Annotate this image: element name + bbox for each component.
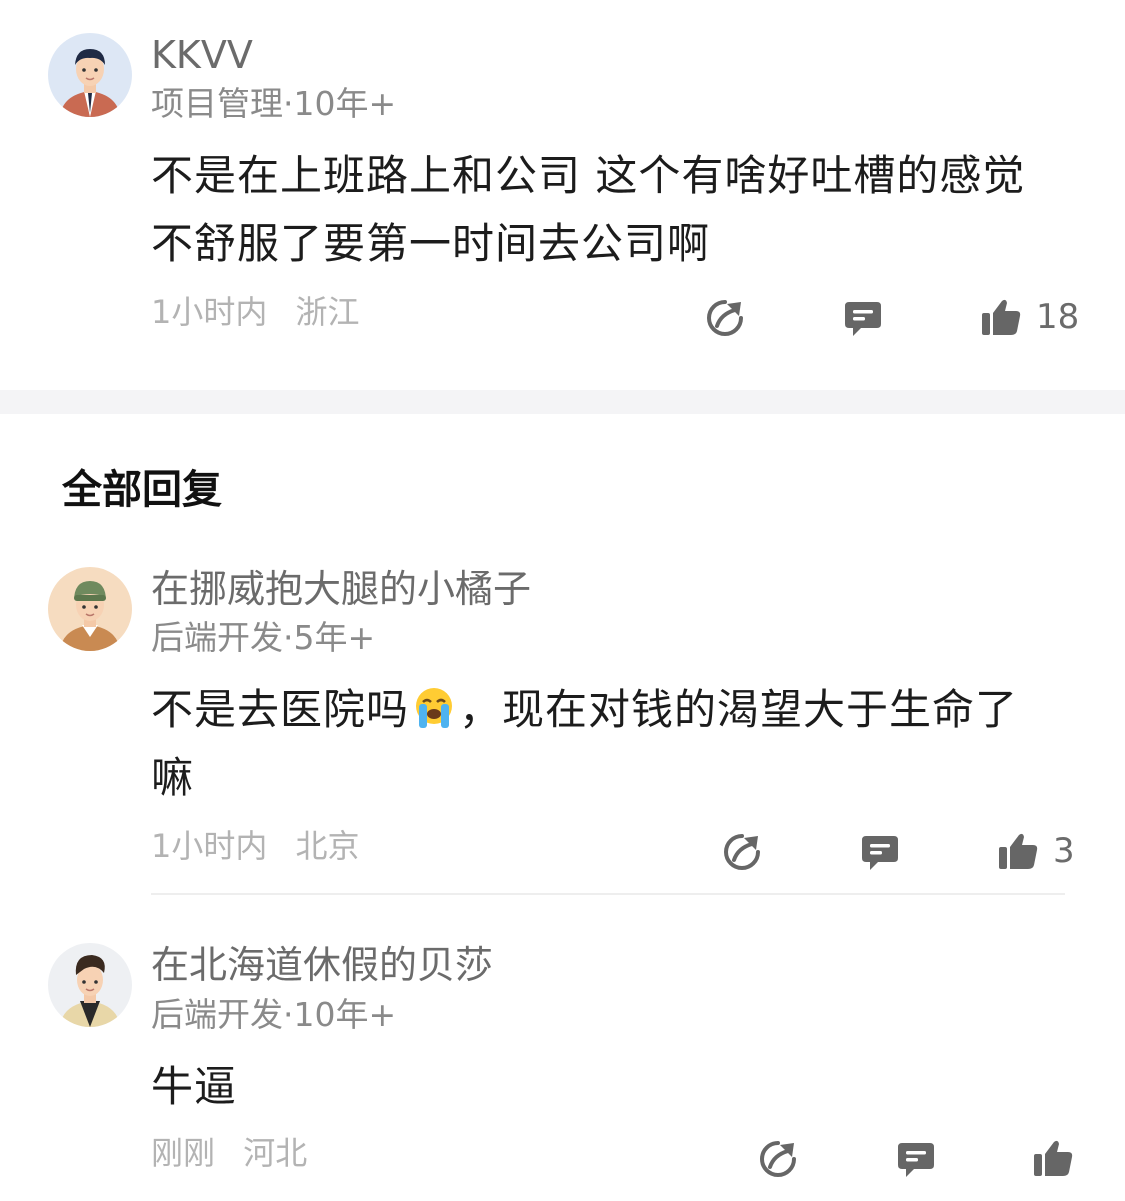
like-count: 3 [1053, 831, 1075, 871]
comment-time: 1小时内 [151, 827, 268, 865]
user-subtitle: 项目管理·10年+ [151, 84, 397, 123]
share-button[interactable] [705, 298, 745, 338]
comment-bubble-icon [845, 302, 881, 336]
share-button[interactable] [722, 832, 762, 872]
stylish-man-avatar-icon [48, 943, 132, 1027]
like-button[interactable] [1032, 1138, 1088, 1178]
comment-meta: 1小时内 北京 [151, 826, 360, 866]
comment-content: 牛逼 [151, 1062, 238, 1111]
avatar[interactable] [48, 567, 132, 651]
comment-bubble-icon [898, 1143, 934, 1177]
crying-face-emoji-icon [416, 688, 453, 728]
comment-meta: 刚刚 河北 [151, 1133, 307, 1173]
username[interactable]: 在挪威抱大腿的小橘子 [151, 566, 531, 612]
comment-time: 1小时内 [151, 293, 268, 331]
main-comment: KKVV 项目管理·10年+ 不是在上班路上和公司 这个有啥好吐槽的感觉不舒服了… [0, 0, 1125, 390]
comment-location: 浙江 [295, 293, 360, 331]
section-separator [0, 390, 1125, 414]
share-button[interactable] [758, 1139, 798, 1179]
thumbs-up-icon [982, 299, 1021, 335]
comment-location: 北京 [295, 827, 360, 865]
username[interactable]: KKVV [151, 32, 253, 78]
like-button[interactable]: 18 [980, 297, 1079, 337]
like-count: 18 [1036, 297, 1080, 337]
reply-button[interactable] [860, 832, 900, 872]
share-icon [707, 300, 743, 336]
avatar[interactable] [48, 33, 132, 117]
reply-button[interactable] [896, 1139, 936, 1179]
replies-section-title: 全部回复 [62, 467, 222, 513]
comment-content: 不是去医院吗 ，现在对钱的渴望大于生命了嘛 [151, 676, 1051, 812]
share-icon [760, 1141, 796, 1177]
user-subtitle: 后端开发·5年+ [151, 618, 376, 657]
comment-content: 不是在上班路上和公司 这个有啥好吐槽的感觉不舒服了要第一时间去公司啊 [151, 151, 1026, 268]
comment-meta: 1小时内 浙江 [151, 292, 360, 332]
reply-divider [151, 893, 1065, 895]
comment-bubble-icon [862, 836, 898, 870]
man-in-suit-avatar-icon [48, 33, 132, 117]
username[interactable]: 在北海道休假的贝莎 [151, 942, 493, 988]
boy-with-beanie-avatar-icon [48, 567, 132, 651]
like-button[interactable]: 3 [997, 831, 1075, 871]
comment-time: 刚刚 [151, 1134, 216, 1172]
avatar[interactable] [48, 943, 132, 1027]
thumbs-up-icon [999, 833, 1038, 869]
comment-location: 河北 [243, 1134, 308, 1172]
reply-button[interactable] [843, 298, 883, 338]
user-subtitle: 后端开发·10年+ [151, 995, 397, 1034]
thumbs-up-icon [1034, 1140, 1073, 1176]
comment-text-before: 不是去医院吗 [151, 685, 410, 734]
share-icon [724, 834, 760, 870]
